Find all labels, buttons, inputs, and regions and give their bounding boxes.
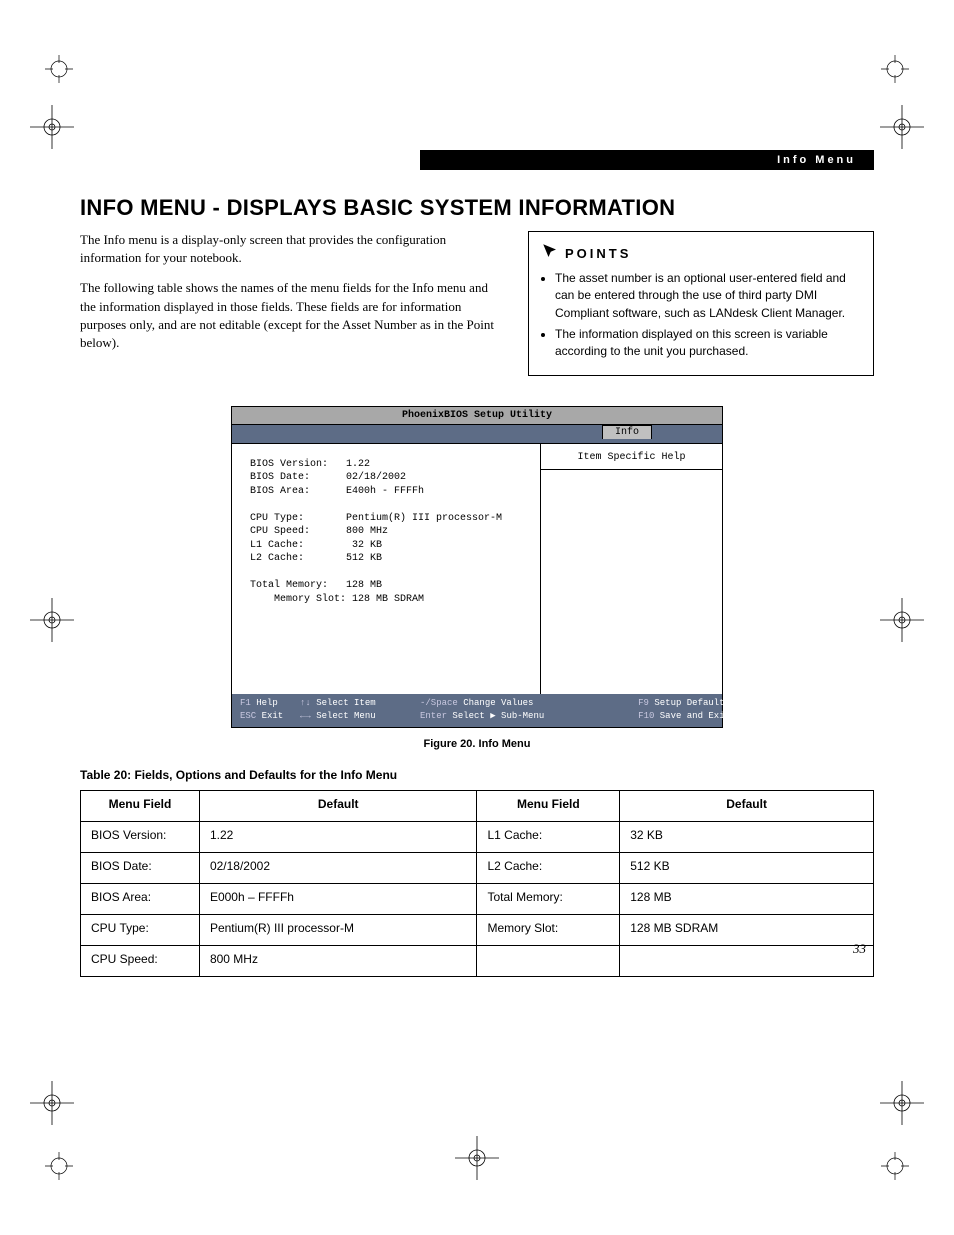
table-cell: 128 MB SDRAM — [620, 915, 874, 946]
bios-key: ←→ — [300, 711, 311, 721]
table-row: BIOS Version: 1.22 L1 Cache: 32 KB — [81, 822, 874, 853]
section-header: Info Menu — [420, 150, 874, 170]
bios-key: Enter — [420, 711, 447, 721]
bios-key: F10 — [638, 711, 654, 721]
bios-key-label: Select ▶ Sub-Menu — [452, 711, 544, 721]
bios-key-label: Setup Defaults — [654, 698, 730, 708]
table-cell: Memory Slot: — [477, 915, 620, 946]
bios-key: F9 — [638, 698, 649, 708]
bios-tab-bar: Info — [232, 425, 722, 444]
figure-caption: Figure 20. Info Menu — [80, 738, 874, 750]
crosshair-icon — [880, 105, 924, 149]
bios-key-label: Change Values — [463, 698, 533, 708]
table-row: Menu Field Default Menu Field Default — [81, 791, 874, 822]
pointer-icon — [541, 242, 559, 266]
bios-title: PhoenixBIOS Setup Utility — [232, 407, 722, 425]
points-heading-label: POINTS — [565, 245, 631, 264]
intro-text: The Info menu is a display-only screen t… — [80, 231, 498, 364]
bios-tab-info: Info — [602, 425, 652, 439]
bios-key-label: Help — [256, 698, 278, 708]
page-title: INFO MENU - DISPLAYS BASIC SYSTEM INFORM… — [80, 195, 874, 221]
table-cell: Total Memory: — [477, 884, 620, 915]
table-cell — [477, 946, 620, 977]
bios-key: F1 — [240, 698, 251, 708]
table-cell: BIOS Version: — [81, 822, 200, 853]
crosshair-icon — [30, 598, 74, 642]
intro-paragraph: The following table shows the names of t… — [80, 279, 498, 352]
table-cell: 1.22 — [199, 822, 477, 853]
table-cell: 800 MHz — [199, 946, 477, 977]
table-caption: Table 20: Fields, Options and Defaults f… — [80, 768, 874, 782]
table-cell: L2 Cache: — [477, 853, 620, 884]
bios-key: -/Space — [420, 698, 458, 708]
bios-key-label: Select Menu — [316, 711, 375, 721]
bios-key: ↑↓ — [300, 698, 311, 708]
bios-screenshot: PhoenixBIOS Setup Utility Info BIOS Vers… — [231, 406, 723, 728]
table-cell: L1 Cache: — [477, 822, 620, 853]
table-cell: 32 KB — [620, 822, 874, 853]
crosshair-icon — [880, 1081, 924, 1125]
crosshair-icon — [880, 598, 924, 642]
crosshair-icon — [30, 1081, 74, 1125]
table-header: Menu Field — [477, 791, 620, 822]
bios-help-title: Item Specific Help — [541, 452, 722, 470]
page-number: 33 — [853, 941, 866, 957]
table-cell: Pentium(R) III processor-M — [199, 915, 477, 946]
bios-key: ESC — [240, 711, 256, 721]
bios-help-pane: Item Specific Help — [541, 444, 722, 694]
table-cell: 512 KB — [620, 853, 874, 884]
crosshair-icon — [30, 105, 74, 149]
table-cell: E000h – FFFFh — [199, 884, 477, 915]
table-cell: BIOS Area: — [81, 884, 200, 915]
table-header: Default — [199, 791, 477, 822]
fields-table: Menu Field Default Menu Field Default BI… — [80, 790, 874, 977]
points-item: The asset number is an optional user-ent… — [555, 270, 861, 322]
bios-footer: F1 Help ↑↓ Select Item -/Space Change Va… — [232, 694, 722, 727]
table-cell: BIOS Date: — [81, 853, 200, 884]
table-row: CPU Type: Pentium(R) III processor-M Mem… — [81, 915, 874, 946]
bios-key-label: Select Item — [316, 698, 375, 708]
bios-key-label: Exit — [262, 711, 284, 721]
points-item: The information displayed on this screen… — [555, 326, 861, 361]
table-row: CPU Speed: 800 MHz — [81, 946, 874, 977]
table-cell: 02/18/2002 — [199, 853, 477, 884]
table-cell — [620, 946, 874, 977]
bios-key-label: Save and Exit — [660, 711, 730, 721]
table-header: Default — [620, 791, 874, 822]
table-cell: CPU Type: — [81, 915, 200, 946]
table-cell: CPU Speed: — [81, 946, 200, 977]
table-row: BIOS Area: E000h – FFFFh Total Memory: 1… — [81, 884, 874, 915]
bios-content: BIOS Version: 1.22 BIOS Date: 02/18/2002… — [232, 444, 541, 694]
table-header: Menu Field — [81, 791, 200, 822]
intro-paragraph: The Info menu is a display-only screen t… — [80, 231, 498, 267]
points-box: POINTS The asset number is an optional u… — [528, 231, 874, 376]
table-row: BIOS Date: 02/18/2002 L2 Cache: 512 KB — [81, 853, 874, 884]
table-cell: 128 MB — [620, 884, 874, 915]
